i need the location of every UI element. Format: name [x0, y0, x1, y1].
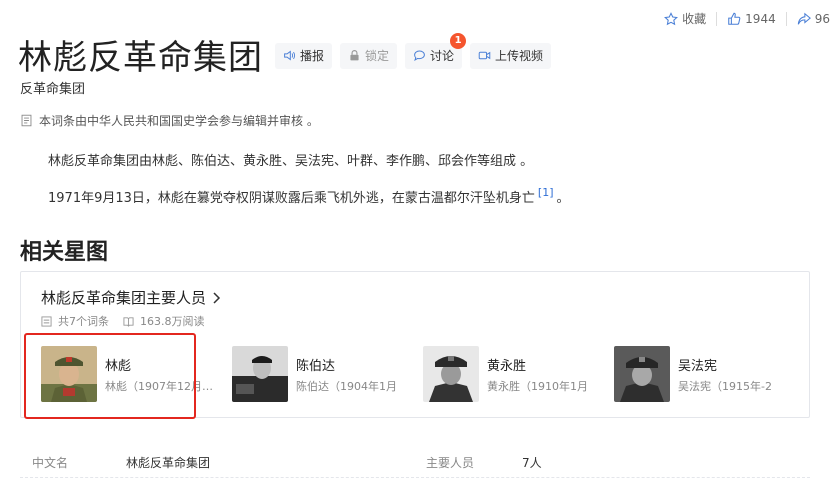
card-title-link[interactable]: 林彪反革命集团主要人员: [41, 287, 221, 308]
info-value-main-members: 7人: [522, 456, 542, 470]
discuss-badge: 1: [450, 32, 467, 49]
review-notice-text: 本词条由中华人民共和国国史学会参与编辑并审核 。: [39, 114, 319, 128]
person-name: 陈伯达: [296, 358, 336, 374]
read-count: 163.8万阅读: [140, 315, 205, 328]
share-icon: [797, 12, 811, 24]
like-button[interactable]: 1944: [727, 12, 776, 26]
like-count: 1944: [745, 11, 776, 26]
video-camera-icon: [478, 51, 491, 60]
page-title: 林彪反革命集团: [18, 38, 263, 78]
thumbs-up-icon: [728, 12, 741, 25]
divider: [785, 11, 787, 26]
person-card-huang-yongsheng[interactable]: 黄永胜 黄永胜（1910年1月: [423, 346, 597, 402]
person-name: 黄永胜: [487, 358, 527, 374]
person-desc: 陈伯达（1904年1月: [296, 379, 397, 393]
book-icon: [123, 316, 134, 327]
person-name: 吴法宪: [678, 358, 718, 374]
section-title: 相关星图: [20, 240, 109, 265]
info-key-chinese-name: 中文名: [32, 456, 69, 470]
person-info: 陈伯达 陈伯达（1904年1月: [296, 355, 406, 394]
document-icon: [21, 114, 32, 127]
basic-info-row: 中文名 林彪反革命集团 主要人员 7人: [20, 448, 810, 478]
person-photo: [423, 346, 479, 402]
chat-bubble-icon: [414, 50, 425, 62]
summary-paragraph-1: 林彪反革命集团由林彪、陈伯达、黄永胜、吴法宪、叶群、李作鹏、邱会作等组成 。: [48, 154, 534, 169]
title-row: 林彪反革命集团 播报 锁定 讨论 1 上传视频: [18, 30, 552, 79]
broadcast-label: 播报: [300, 49, 325, 63]
star-icon: [664, 11, 679, 25]
discuss-label: 讨论: [430, 49, 455, 63]
chevron-right-icon: [213, 291, 221, 304]
info-value-chinese-name: 林彪反革命集团: [126, 456, 211, 470]
card-meta: 共7个词条 163.8万阅读: [41, 313, 205, 329]
share-button[interactable]: 96: [797, 12, 830, 26]
divider: [716, 11, 718, 26]
person-card-wu-faxian[interactable]: 吴法宪 吴法宪（1915年-2: [614, 346, 788, 402]
review-notice: 本词条由中华人民共和国国史学会参与编辑并审核 。: [20, 112, 319, 129]
entry-subtitle: 反革命集团: [20, 82, 86, 97]
card-title: 林彪反革命集团主要人员: [41, 289, 207, 307]
top-action-bar: 收藏 1944 96: [664, 10, 830, 27]
person-photo: [232, 346, 288, 402]
person-photo: [614, 346, 670, 402]
favorite-label: 收藏: [682, 12, 707, 26]
upload-video-label: 上传视频: [495, 49, 544, 63]
summary-paragraph-2-text: 1971年9月13日，林彪在篡党夺权阴谋败露后乘飞机外逃，在蒙古温都尔汗坠机身亡: [48, 191, 535, 206]
person-info: 吴法宪 吴法宪（1915年-2: [678, 355, 788, 394]
reference-link[interactable]: [1]: [538, 186, 554, 199]
lock-icon: [350, 50, 359, 61]
highlight-box: [24, 333, 196, 419]
discuss-button[interactable]: 讨论 1: [405, 32, 467, 69]
person-info: 黄永胜 黄永胜（1910年1月: [487, 355, 597, 394]
summary-paragraph-2: 1971年9月13日，林彪在篡党夺权阴谋败露后乘飞机外逃，在蒙古温都尔汗坠机身亡…: [48, 186, 570, 206]
lock-label: 锁定: [365, 49, 390, 63]
info-key-main-members: 主要人员: [426, 456, 475, 470]
share-count: 96: [814, 11, 830, 26]
upload-video-button[interactable]: 上传视频: [470, 42, 552, 69]
person-desc: 黄永胜（1910年1月: [487, 379, 588, 393]
speaker-icon: [284, 50, 295, 61]
list-icon: [41, 315, 52, 327]
summary-paragraph-2-end: 。: [556, 191, 570, 206]
lock-button[interactable]: 锁定: [340, 42, 398, 69]
person-card-chen-boda[interactable]: 陈伯达 陈伯达（1904年1月: [232, 346, 406, 402]
person-desc: 吴法宪（1915年-2: [678, 379, 772, 393]
favorite-button[interactable]: 收藏: [664, 10, 706, 27]
title-toolbar: 播报 锁定 讨论 1 上传视频: [275, 32, 552, 69]
broadcast-button[interactable]: 播报: [275, 42, 333, 69]
entry-count: 共7个词条: [58, 315, 109, 328]
